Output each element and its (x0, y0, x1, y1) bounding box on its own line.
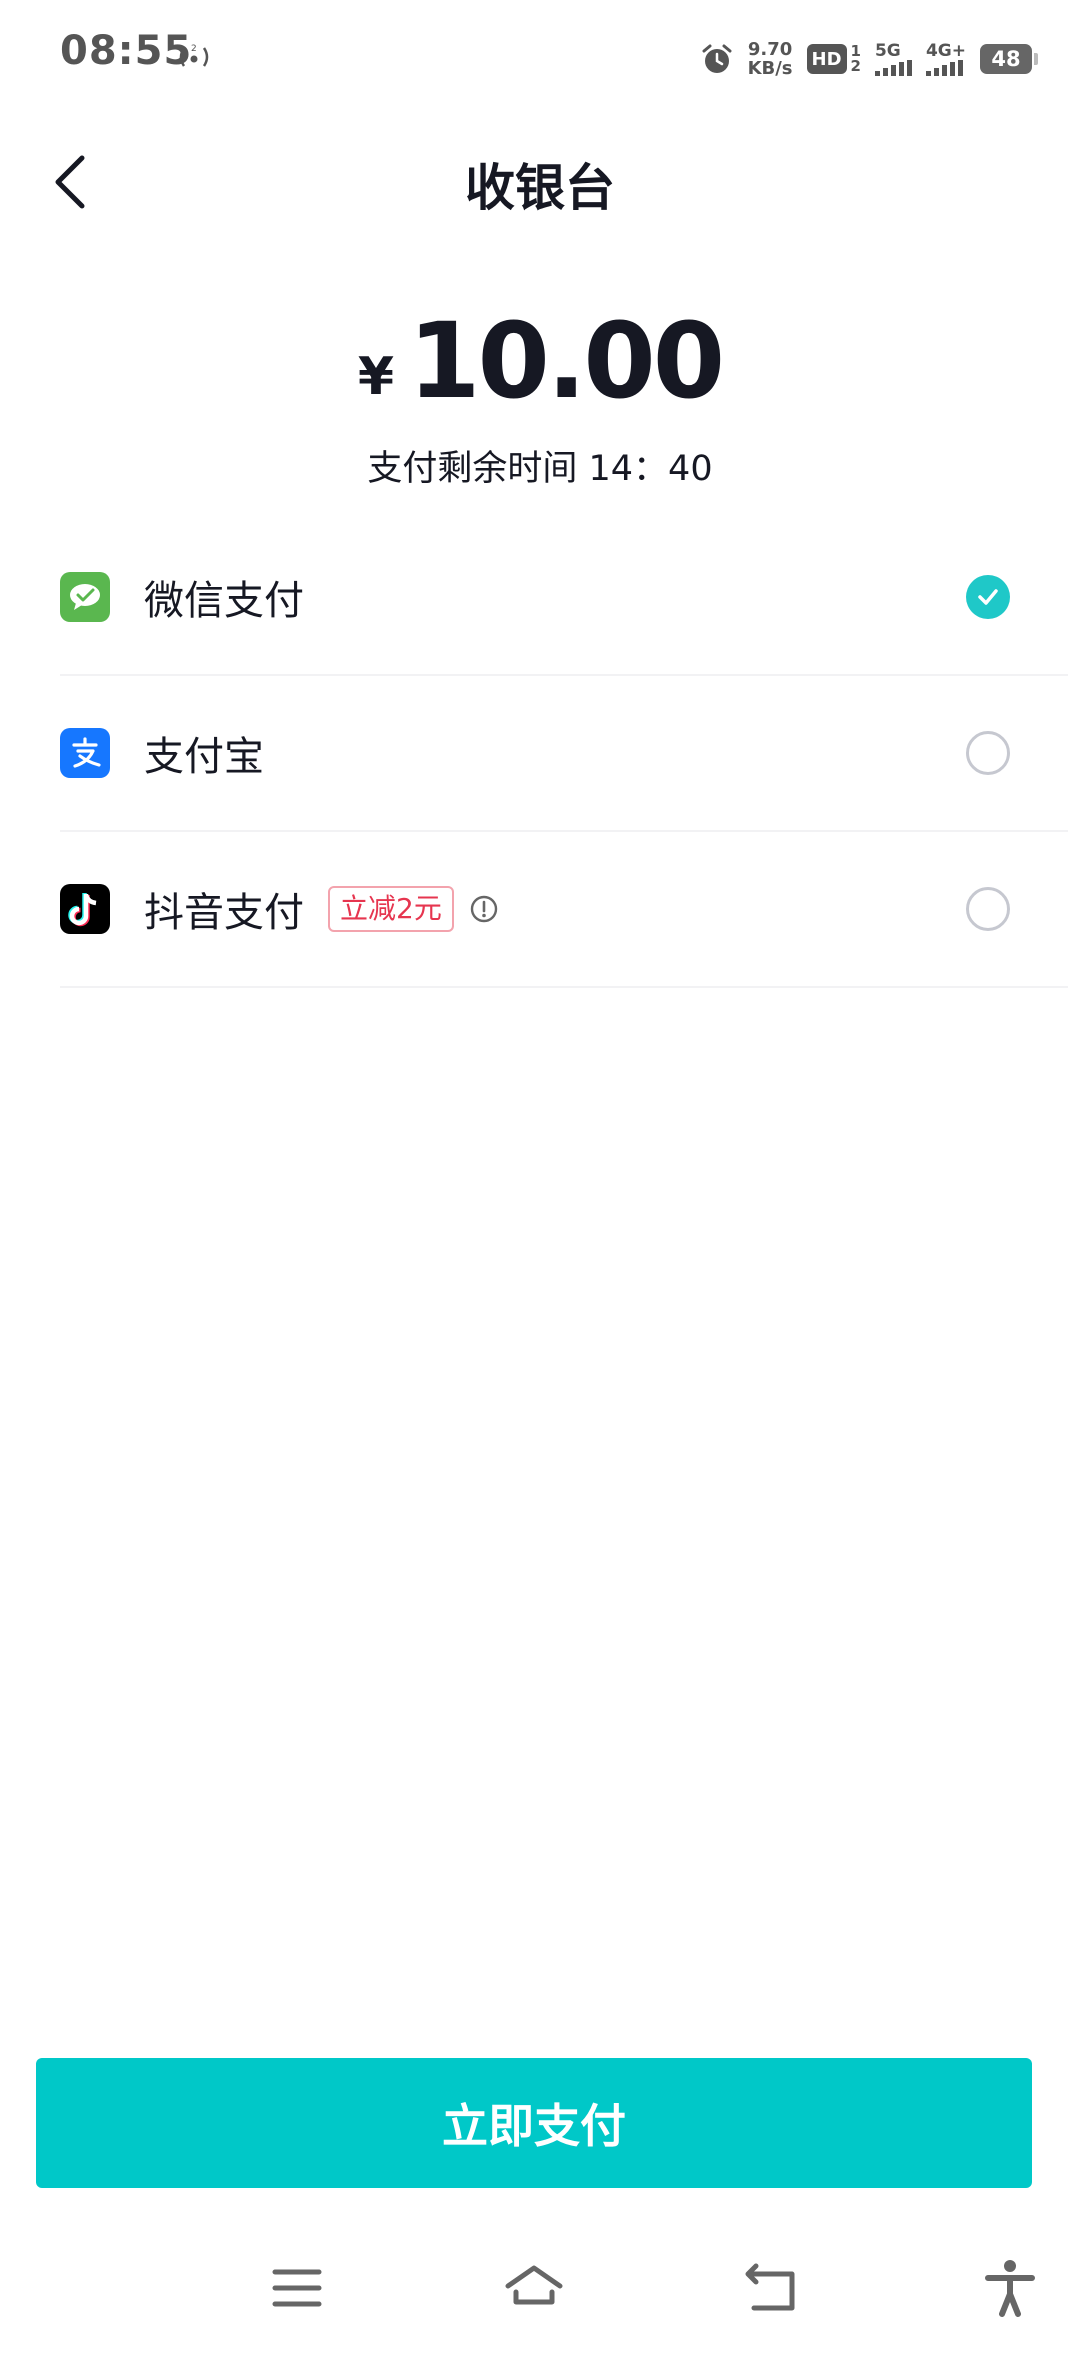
svg-text:2: 2 (191, 44, 197, 54)
douyin-pay-icon (60, 884, 110, 934)
signal-bars-icon (874, 60, 912, 76)
check-icon (978, 589, 998, 605)
pay-now-button[interactable]: 立即支付 (36, 2058, 1032, 2188)
hd-badge: HD (806, 44, 847, 74)
sim1-signal: 5G (874, 41, 912, 76)
net-speed: 9.70 KB/s (748, 40, 793, 78)
payment-method-label: 支付宝 (144, 734, 264, 780)
payment-method-label: 抖音支付 (144, 890, 304, 936)
sim2-network-label: 4G+ (925, 41, 966, 61)
sim1-network-label: 5G (874, 41, 901, 61)
battery-icon: 48 (980, 44, 1038, 74)
payment-method-douyin[interactable]: 抖音支付 立减2元 (60, 832, 1068, 986)
net-speed-value: 9.70 (747, 39, 793, 60)
back-icon[interactable] (742, 2258, 802, 2318)
payment-method-wechat[interactable]: 微信支付 (60, 520, 1068, 674)
menu-icon[interactable] (267, 2258, 327, 2318)
status-icons: 9.70 KB/s HD 1 2 5G 4G+ 48 (700, 34, 1038, 84)
promo-badge: 立减2元 (328, 886, 454, 932)
radio-unselected[interactable] (966, 731, 1010, 775)
hotspot-icon: 2 (179, 44, 209, 67)
payment-method-label: 微信支付 (144, 578, 304, 624)
net-speed-unit: KB/s (747, 58, 793, 79)
amount-value: 10.00 (408, 300, 725, 422)
radio-unselected[interactable] (966, 887, 1010, 931)
info-icon[interactable] (470, 895, 498, 923)
accessibility-icon[interactable] (980, 2258, 1040, 2318)
currency-symbol: ¥ (357, 347, 395, 407)
home-icon[interactable] (504, 2258, 564, 2318)
sim-numbers: 1 2 (851, 44, 861, 74)
wechat-pay-icon (60, 572, 110, 622)
sim2-number: 2 (850, 57, 861, 75)
divider (60, 986, 1068, 988)
signal-bars-icon (925, 60, 963, 76)
alipay-icon (60, 728, 110, 778)
status-time: 08:55 (60, 28, 193, 74)
payment-countdown: 支付剩余时间 14：40 (367, 449, 713, 489)
payment-amount: ¥ 10.00 (0, 305, 1080, 417)
alarm-icon (702, 44, 732, 73)
radio-selected[interactable] (966, 575, 1010, 619)
page-title: 收银台 (465, 159, 615, 217)
payment-method-alipay[interactable]: 支付宝 (60, 676, 1068, 830)
sim2-signal: 4G+ (925, 41, 966, 76)
